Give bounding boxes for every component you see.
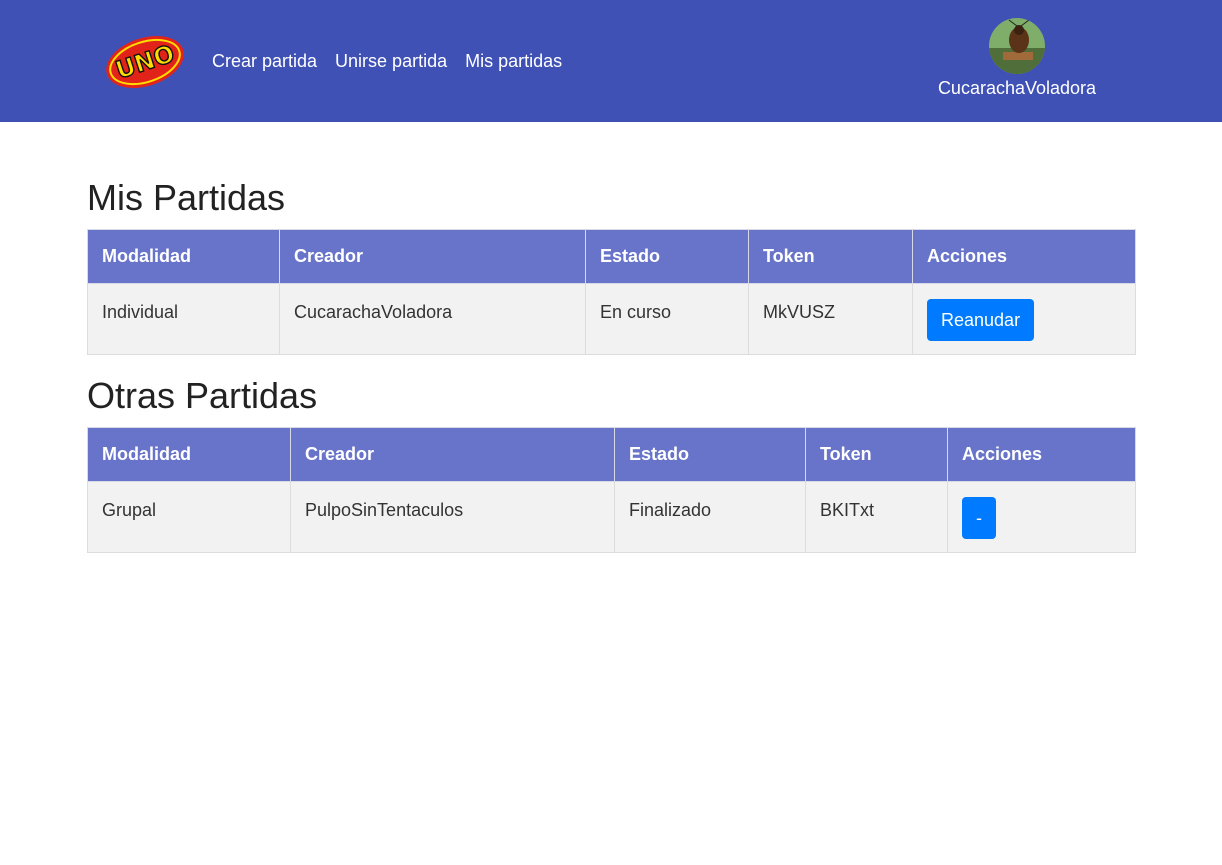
nav-link-unirse-partida[interactable]: Unirse partida: [335, 51, 447, 72]
cell-modalidad: Grupal: [87, 481, 291, 553]
cell-estado: En curso: [585, 283, 749, 355]
cell-token: MkVUSZ: [748, 283, 913, 355]
nav-link-crear-partida[interactable]: Crear partida: [212, 51, 317, 72]
cell-estado: Finalizado: [614, 481, 806, 553]
cell-modalidad: Individual: [87, 283, 280, 355]
column-header: Token: [805, 427, 948, 482]
mis-partidas-title: Mis Partidas: [87, 177, 286, 218]
cell-acciones: -: [947, 481, 1136, 553]
cell-acciones: Reanudar: [912, 283, 1136, 355]
nav-link-mis-partidas[interactable]: Mis partidas: [465, 51, 562, 72]
mis-partidas-table: Modalidad Creador Estado Token Acciones …: [87, 229, 1136, 355]
avatar[interactable]: [989, 18, 1045, 74]
reanudar-button[interactable]: Reanudar: [927, 299, 1035, 341]
column-header: Acciones: [912, 229, 1136, 284]
top-navbar: UNO Crear partida Unirse partida Mis par…: [0, 0, 1222, 122]
column-header: Creador: [279, 229, 586, 284]
username[interactable]: CucarachaVoladora: [930, 78, 1104, 99]
table-header-row: Modalidad Creador Estado Token Acciones: [87, 229, 1136, 284]
column-header: Estado: [614, 427, 806, 482]
cell-token: BKITxt: [805, 481, 948, 553]
action-placeholder-button[interactable]: -: [962, 497, 996, 539]
cell-creador: CucarachaVoladora: [279, 283, 586, 355]
table-row: Individual CucarachaVoladora En curso Mk…: [87, 283, 1136, 355]
uno-logo[interactable]: UNO: [103, 32, 187, 90]
column-header: Modalidad: [87, 229, 280, 284]
otras-partidas-title: Otras Partidas: [87, 375, 318, 416]
table-header-row: Modalidad Creador Estado Token Acciones: [87, 427, 1136, 482]
column-header: Acciones: [947, 427, 1136, 482]
user-menu[interactable]: CucarachaVoladora: [930, 18, 1104, 99]
column-header: Token: [748, 229, 913, 284]
otras-partidas-table: Modalidad Creador Estado Token Acciones …: [87, 427, 1136, 553]
cell-creador: PulpoSinTentaculos: [290, 481, 615, 553]
nav-links: Crear partida Unirse partida Mis partida…: [212, 51, 562, 72]
column-header: Estado: [585, 229, 749, 284]
column-header: Creador: [290, 427, 615, 482]
column-header: Modalidad: [87, 427, 291, 482]
table-row: Grupal PulpoSinTentaculos Finalizado BKI…: [87, 481, 1136, 553]
